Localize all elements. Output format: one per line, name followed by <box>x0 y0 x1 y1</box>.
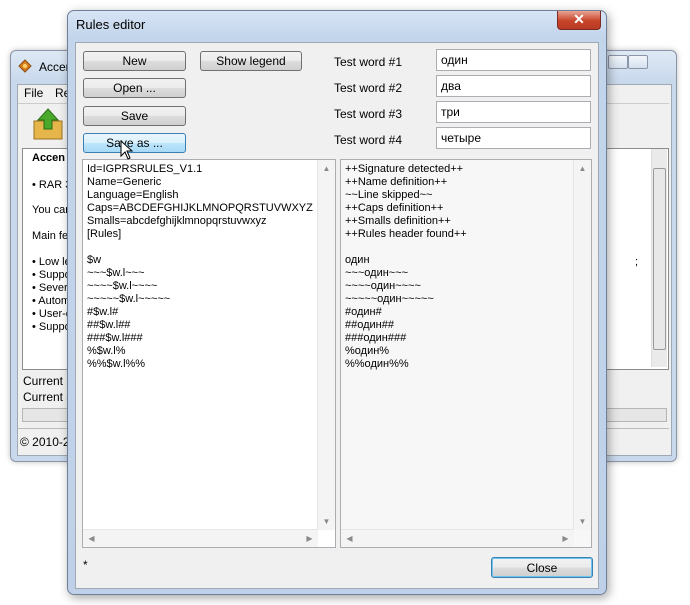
show-legend-button[interactable]: Show legend <box>200 51 302 71</box>
rules-vertical-scrollbar[interactable]: ▲ ▼ <box>317 160 335 530</box>
scroll-up-icon[interactable]: ▲ <box>574 160 591 177</box>
output-vertical-scrollbar[interactable]: ▲ ▼ <box>573 160 591 530</box>
test-word-1-field[interactable]: один <box>436 49 591 71</box>
bg-line: You can <box>32 204 72 216</box>
close-icon[interactable]: ✕ <box>557 11 601 30</box>
rules-horizontal-scrollbar[interactable]: ◀ ▶ <box>83 529 318 547</box>
scroll-down-icon[interactable]: ▼ <box>318 513 335 530</box>
bg-minimize-icon[interactable] <box>608 55 628 69</box>
menu-file[interactable]: File <box>24 86 43 100</box>
bg-line: • RAR 3 <box>32 179 72 191</box>
test-word-2-label: Test word #2 <box>334 81 403 95</box>
test-word-3-label: Test word #3 <box>334 107 403 121</box>
open-button[interactable]: Open ... <box>83 78 186 98</box>
test-word-1-label: Test word #1 <box>334 55 403 69</box>
mouse-pointer-icon <box>120 139 136 162</box>
test-word-3-field[interactable]: три <box>436 101 591 123</box>
new-button[interactable]: New <box>83 51 186 71</box>
bg-line: • Sever <box>32 282 68 294</box>
scroll-down-icon[interactable]: ▼ <box>574 513 591 530</box>
current-status-label: Current s <box>23 390 73 404</box>
bg-line: • Suppo <box>32 321 71 333</box>
box-arrow-icon <box>33 108 63 140</box>
modified-indicator: * <box>83 558 88 572</box>
output-text: ++Signature detected++ ++Name definition… <box>345 163 467 370</box>
rules-text[interactable]: Id=IGPRSRULES_V1.1 Name=Generic Language… <box>87 163 313 371</box>
scroll-right-icon[interactable]: ▶ <box>557 530 574 547</box>
bg-line-fragment: ; <box>635 256 639 268</box>
bg-line: • Autom <box>32 295 71 307</box>
bg-line: • Suppo <box>32 269 71 281</box>
toolbar-extract-button[interactable] <box>29 106 67 144</box>
scroll-right-icon[interactable]: ▶ <box>301 530 318 547</box>
scroll-left-icon[interactable]: ◀ <box>341 530 358 547</box>
output-horizontal-scrollbar[interactable]: ◀ ▶ <box>341 529 574 547</box>
app-icon <box>18 59 32 73</box>
current-progress-label: Current p <box>23 374 74 388</box>
test-word-4-label: Test word #4 <box>334 133 403 147</box>
copyright-text: © 2010-2 <box>20 435 70 449</box>
bg-maximize-icon[interactable] <box>628 55 648 69</box>
output-text-view[interactable]: ++Signature detected++ ++Name definition… <box>340 159 592 548</box>
bg-line: • Low le <box>32 256 71 268</box>
bg-line: • User-d <box>32 308 72 320</box>
rules-text-editor[interactable]: Id=IGPRSRULES_V1.1 Name=Generic Language… <box>82 159 336 548</box>
scroll-up-icon[interactable]: ▲ <box>318 160 335 177</box>
test-word-4-field[interactable]: четыре <box>436 127 591 149</box>
scroll-left-icon[interactable]: ◀ <box>83 530 100 547</box>
test-word-2-field[interactable]: два <box>436 75 591 97</box>
close-button[interactable]: Close <box>491 557 593 578</box>
bg-heading: Accen <box>32 152 66 164</box>
save-button[interactable]: Save <box>83 106 186 126</box>
dialog-title: Rules editor <box>76 17 146 32</box>
bg-scroll-thumb[interactable] <box>653 168 666 350</box>
